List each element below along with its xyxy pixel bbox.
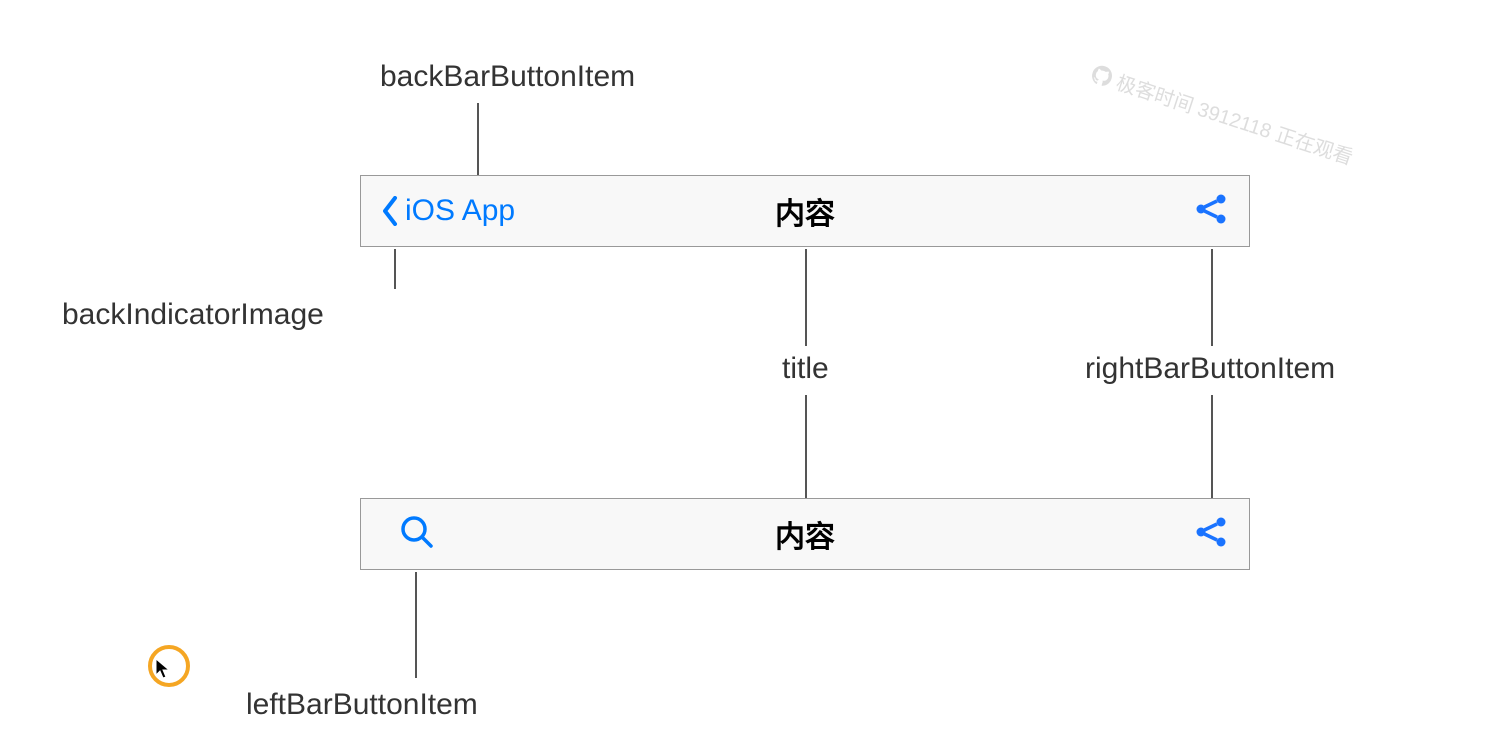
share-icon [1193,514,1229,550]
cursor-icon [155,658,173,680]
watermark: 极客时间 3912118 正在观看 [1088,58,1357,170]
search-icon [399,514,435,550]
navigation-bar-1: iOS App 内容 [360,175,1250,247]
back-button-text: iOS App [405,194,515,228]
navbar-2-title: 内容 [361,512,1249,556]
label-right-bar-button-item: rightBarButtonItem [1085,352,1335,386]
label-title: title [782,352,829,386]
left-bar-button-2[interactable] [381,514,435,555]
share-icon [1193,191,1229,227]
connector-line [1211,249,1213,346]
back-bar-button-area[interactable]: iOS App [381,194,515,228]
chevron-left-icon [381,196,399,226]
watermark-text: 极客时间 3912118 正在观看 [1112,66,1356,170]
connector-line [805,249,807,346]
github-icon [1089,63,1114,88]
connector-line [477,103,479,175]
connector-line [1211,395,1213,498]
navigation-bar-2: 内容 [360,498,1250,570]
label-back-bar-button-item: backBarButtonItem [380,60,635,94]
label-left-bar-button-item: leftBarButtonItem [246,688,478,722]
connector-line [394,249,396,289]
label-back-indicator-image: backIndicatorImage [62,298,324,332]
right-bar-button-1[interactable] [1193,191,1229,232]
right-bar-button-2[interactable] [1193,514,1229,555]
connector-line [805,395,807,498]
connector-line [415,572,417,678]
